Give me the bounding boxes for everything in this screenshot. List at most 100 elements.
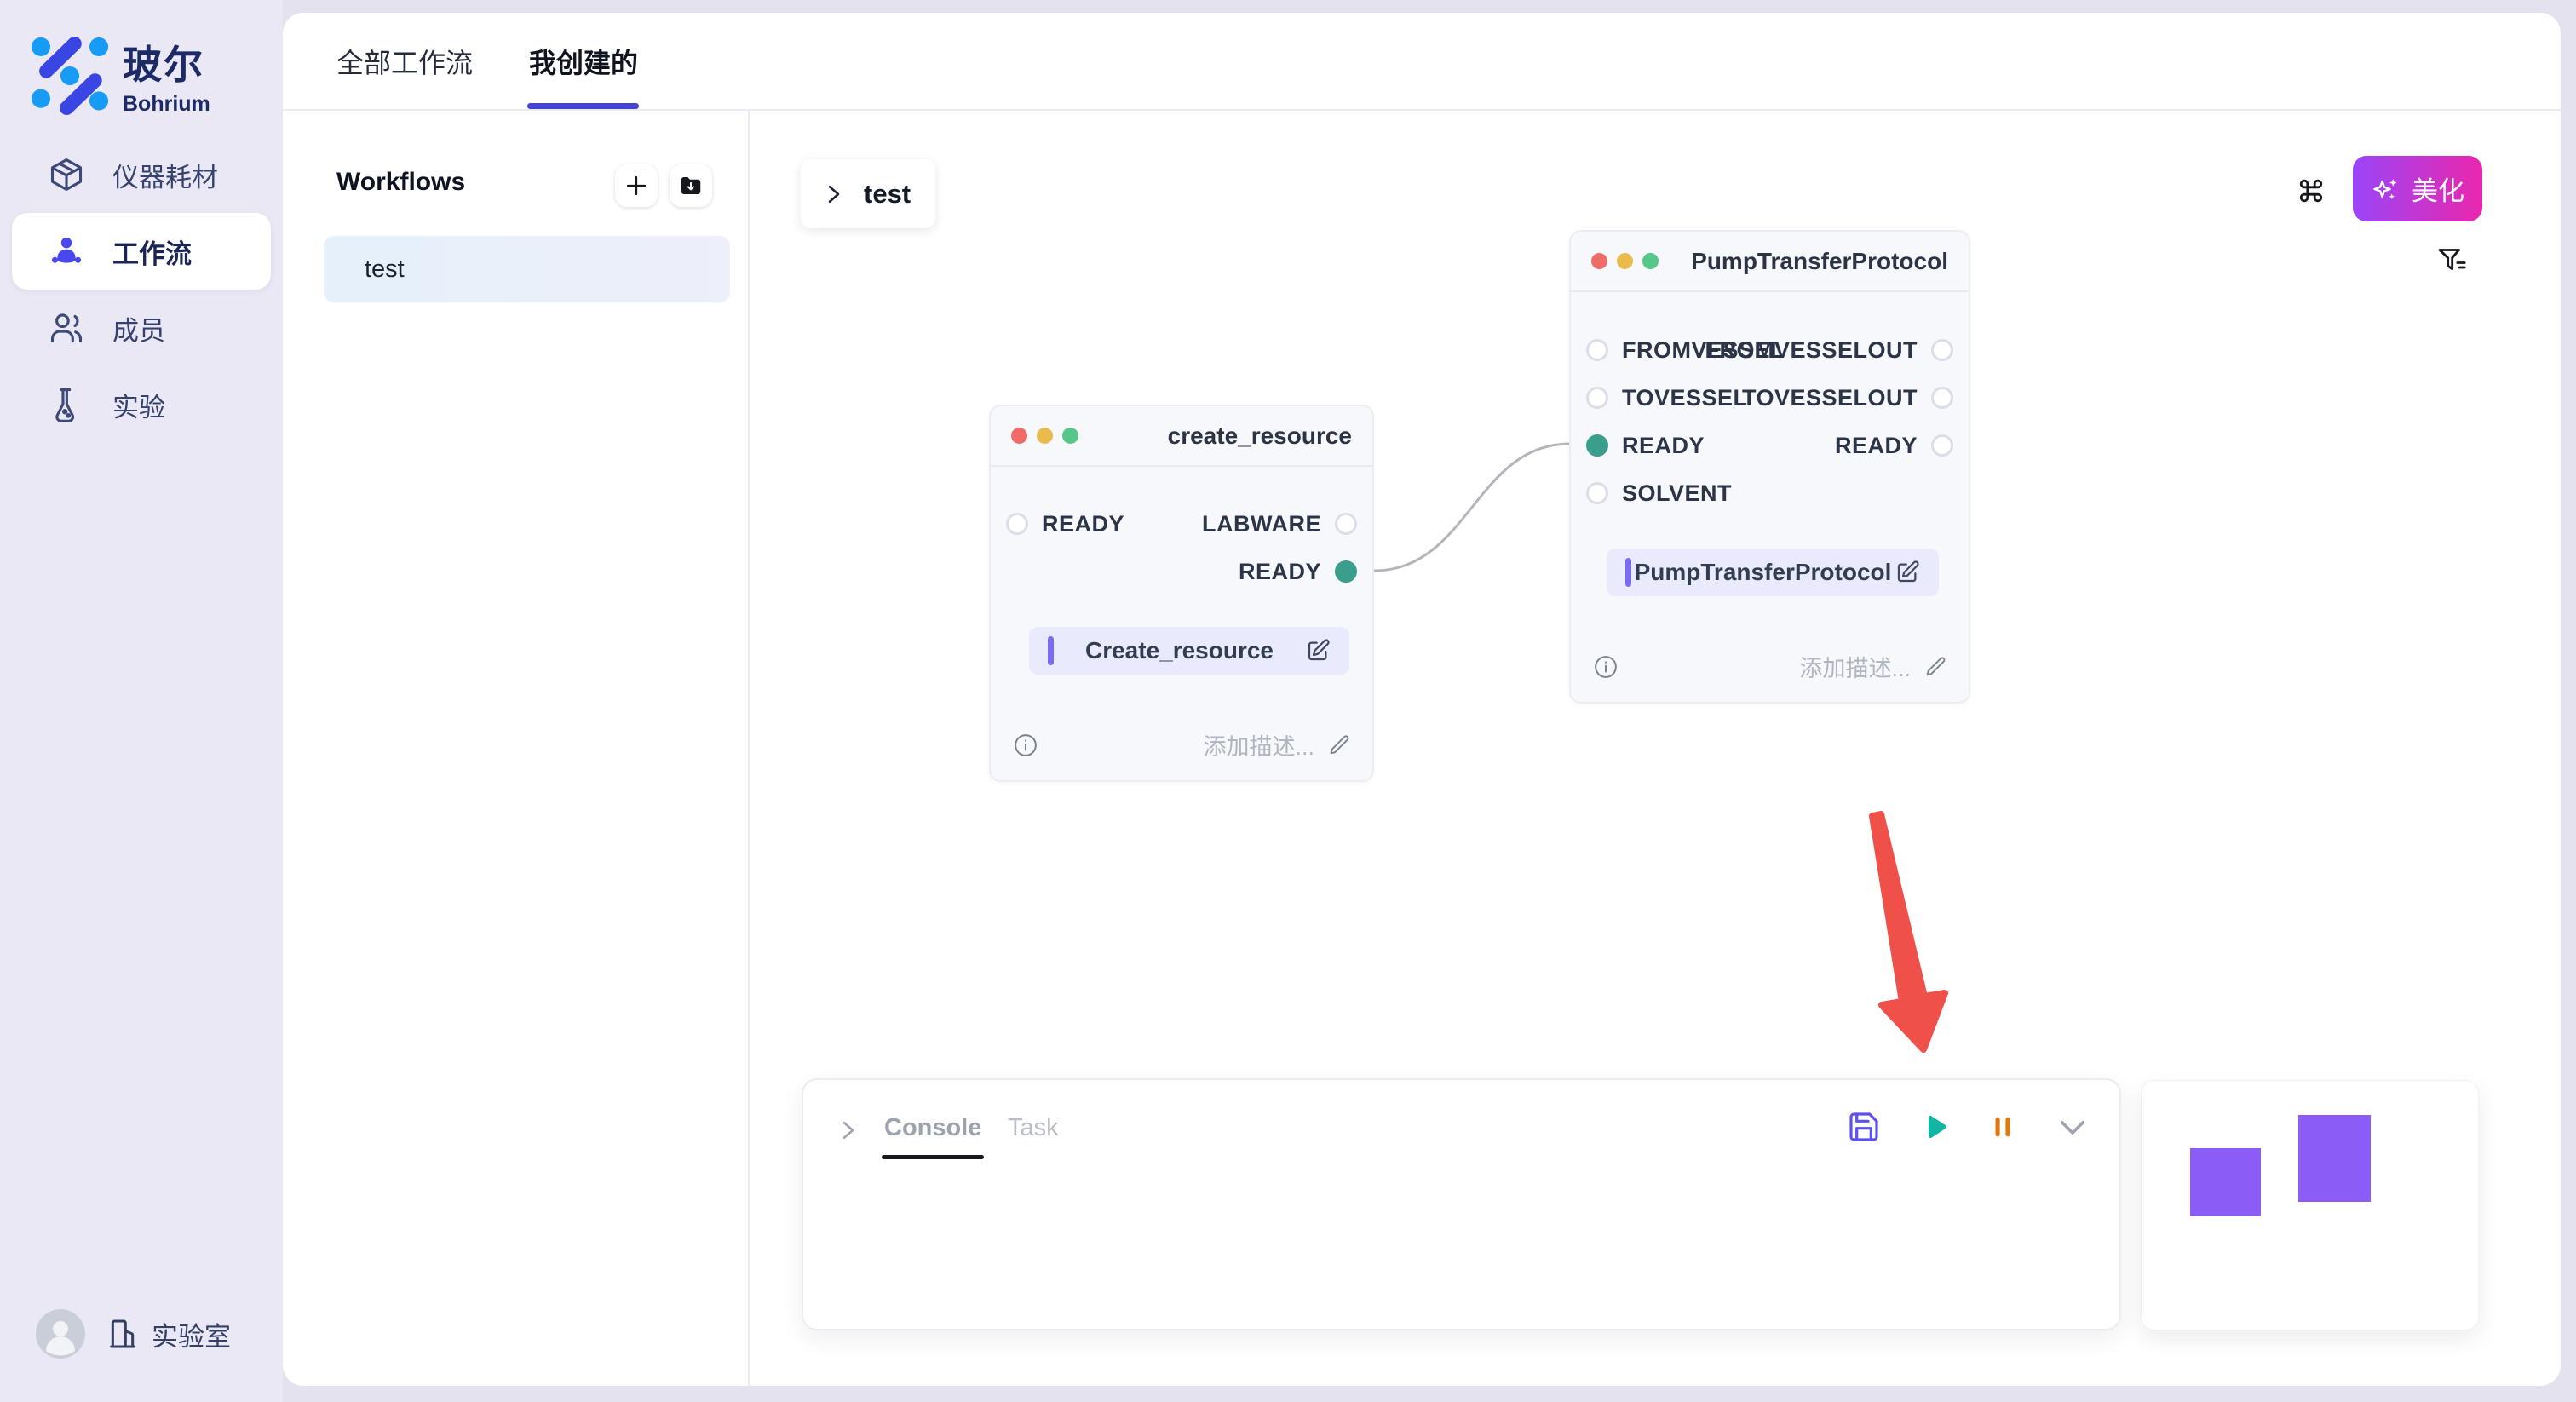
yellow-dot-icon bbox=[1037, 428, 1053, 444]
save-icon bbox=[1847, 1110, 1881, 1144]
port-out-ready[interactable]: READY bbox=[1239, 557, 1357, 586]
sidebar-item-label: 工作流 bbox=[112, 233, 192, 271]
port-handle[interactable] bbox=[1586, 387, 1608, 409]
sidebar-item-members[interactable]: 成员 bbox=[0, 290, 283, 366]
port-in-tovessel[interactable]: TOVESSEL bbox=[1586, 383, 1748, 412]
port-handle[interactable] bbox=[1586, 339, 1608, 361]
port-label: LABWARE bbox=[1202, 511, 1321, 537]
beautify-label: 美化 bbox=[2412, 170, 2464, 208]
lab-selector[interactable]: 实验室 bbox=[106, 1315, 231, 1353]
port-label: SOLVENT bbox=[1622, 480, 1732, 507]
node-action-pump-transfer[interactable]: PumpTransferProtocol bbox=[1607, 549, 1939, 596]
info-icon[interactable] bbox=[1013, 733, 1038, 758]
port-handle[interactable] bbox=[1335, 513, 1357, 535]
sidebar-item-label: 成员 bbox=[112, 309, 165, 348]
tab-label: 我创建的 bbox=[529, 42, 638, 81]
save-button[interactable] bbox=[1847, 1110, 1881, 1144]
bohrium-workflow-app: { "app": { "brand": "玻尔", "brand_sub": "… bbox=[0, 0, 2576, 1402]
breadcrumb[interactable]: test bbox=[801, 159, 935, 228]
tab-all-workflows[interactable]: 全部工作流 bbox=[336, 13, 473, 109]
port-in-ready[interactable]: READY bbox=[1586, 431, 1705, 460]
traffic-dots bbox=[1591, 253, 1659, 269]
sparkles-icon bbox=[2371, 174, 2401, 204]
add-workflow-button[interactable] bbox=[615, 164, 658, 207]
port-handle[interactable] bbox=[1586, 482, 1608, 504]
minimap[interactable] bbox=[2141, 1080, 2479, 1330]
accent-bar bbox=[1048, 636, 1054, 665]
minimap-node-create-resource bbox=[2190, 1148, 2261, 1216]
workflow-person-icon bbox=[48, 233, 85, 270]
workflow-item-name: test bbox=[365, 256, 405, 284]
pencil-icon[interactable] bbox=[1924, 655, 1948, 679]
command-palette-button[interactable] bbox=[2294, 174, 2328, 208]
collapse-chevron-right-icon[interactable] bbox=[837, 1118, 860, 1143]
info-icon[interactable] bbox=[1593, 654, 1619, 680]
node-footer: 添加描述... bbox=[1013, 728, 1352, 761]
plus-icon bbox=[624, 173, 649, 198]
sidebar-item-experiments[interactable]: 实验 bbox=[0, 366, 283, 443]
port-handle-connected[interactable] bbox=[1586, 434, 1608, 457]
port-out-fromvesselout[interactable]: FROMVESSELOUT bbox=[1705, 336, 1953, 365]
port-in-solvent[interactable]: SOLVENT bbox=[1586, 479, 1732, 508]
port-out-labware[interactable]: LABWARE bbox=[1202, 509, 1357, 538]
workflow-list-item-test[interactable]: test bbox=[324, 236, 730, 302]
port-out-ready[interactable]: READY bbox=[1835, 431, 1953, 460]
play-icon bbox=[1918, 1111, 1951, 1143]
filter-nodes-button[interactable] bbox=[2435, 244, 2470, 278]
description-placeholder[interactable]: 添加描述... bbox=[1799, 650, 1911, 683]
pause-icon bbox=[1988, 1112, 2017, 1141]
task-tab[interactable]: Task bbox=[1008, 1114, 1059, 1142]
import-folder-button[interactable] bbox=[670, 164, 712, 207]
port-label: READY bbox=[1239, 559, 1321, 585]
test-tube-icon bbox=[48, 386, 85, 423]
run-button[interactable] bbox=[1918, 1111, 1951, 1143]
sidebar-item-instruments[interactable]: 仪器耗材 bbox=[0, 136, 283, 213]
node-header[interactable]: create_resource bbox=[991, 406, 1372, 467]
action-label: Create_resource bbox=[1054, 637, 1305, 664]
package-icon bbox=[48, 156, 85, 193]
sidebar-menu: 仪器耗材 工作流 成员 bbox=[0, 136, 283, 443]
port-label: TOVESSELOUT bbox=[1742, 385, 1918, 411]
port-handle[interactable] bbox=[1931, 387, 1953, 409]
edit-icon[interactable] bbox=[1895, 560, 1920, 585]
lab-label: 实验室 bbox=[152, 1315, 231, 1353]
green-dot-icon bbox=[1642, 253, 1659, 269]
chevron-right-icon bbox=[823, 181, 845, 207]
port-handle[interactable] bbox=[1006, 513, 1028, 535]
traffic-dots bbox=[1011, 428, 1078, 444]
beautify-button[interactable]: 美化 bbox=[2353, 156, 2482, 221]
sidebar-item-label: 实验 bbox=[112, 386, 165, 424]
node-create-resource[interactable]: create_resource READY LABWARE READY Crea… bbox=[989, 405, 1374, 782]
node-action-create-resource[interactable]: Create_resource bbox=[1029, 627, 1349, 675]
console-panel: Console Task bbox=[802, 1078, 2121, 1330]
sidebar-footer: 实验室 bbox=[36, 1309, 231, 1359]
port-handle[interactable] bbox=[1931, 339, 1953, 361]
red-dot-icon bbox=[1011, 428, 1027, 444]
port-label: TOVESSEL bbox=[1622, 385, 1748, 411]
avatar[interactable] bbox=[36, 1309, 85, 1359]
edit-icon[interactable] bbox=[1305, 638, 1331, 664]
filter-icon bbox=[2435, 244, 2470, 278]
port-out-tovesselout[interactable]: TOVESSELOUT bbox=[1742, 383, 1953, 412]
breadcrumb-label: test bbox=[864, 179, 911, 210]
node-pump-transfer-protocol[interactable]: PumpTransferProtocol FROMVESSEL FROMVESS… bbox=[1569, 230, 1970, 704]
yellow-dot-icon bbox=[1617, 253, 1633, 269]
node-header[interactable]: PumpTransferProtocol bbox=[1571, 232, 1969, 292]
command-icon bbox=[2294, 174, 2328, 208]
port-in-ready[interactable]: READY bbox=[1006, 509, 1124, 538]
port-handle[interactable] bbox=[1931, 434, 1953, 457]
description-placeholder[interactable]: 添加描述... bbox=[1203, 728, 1314, 761]
collapse-panel-button[interactable] bbox=[2055, 1109, 2090, 1145]
tab-my-created[interactable]: 我创建的 bbox=[529, 13, 638, 109]
sidebar-item-workflows[interactable]: 工作流 bbox=[12, 213, 271, 290]
console-tab[interactable]: Console bbox=[884, 1114, 981, 1142]
edge-create-resource-to-pump bbox=[1374, 444, 1570, 571]
port-handle-connected[interactable] bbox=[1335, 560, 1357, 583]
brand-logo: 玻尔 Bohrium bbox=[31, 34, 210, 117]
folder-import-icon bbox=[678, 173, 704, 198]
panel-divider bbox=[748, 111, 750, 1386]
action-label: PumpTransferProtocol bbox=[1631, 559, 1895, 586]
panel-title: Workflows bbox=[336, 168, 465, 197]
pause-button[interactable] bbox=[1988, 1112, 2017, 1141]
pencil-icon[interactable] bbox=[1328, 733, 1352, 757]
